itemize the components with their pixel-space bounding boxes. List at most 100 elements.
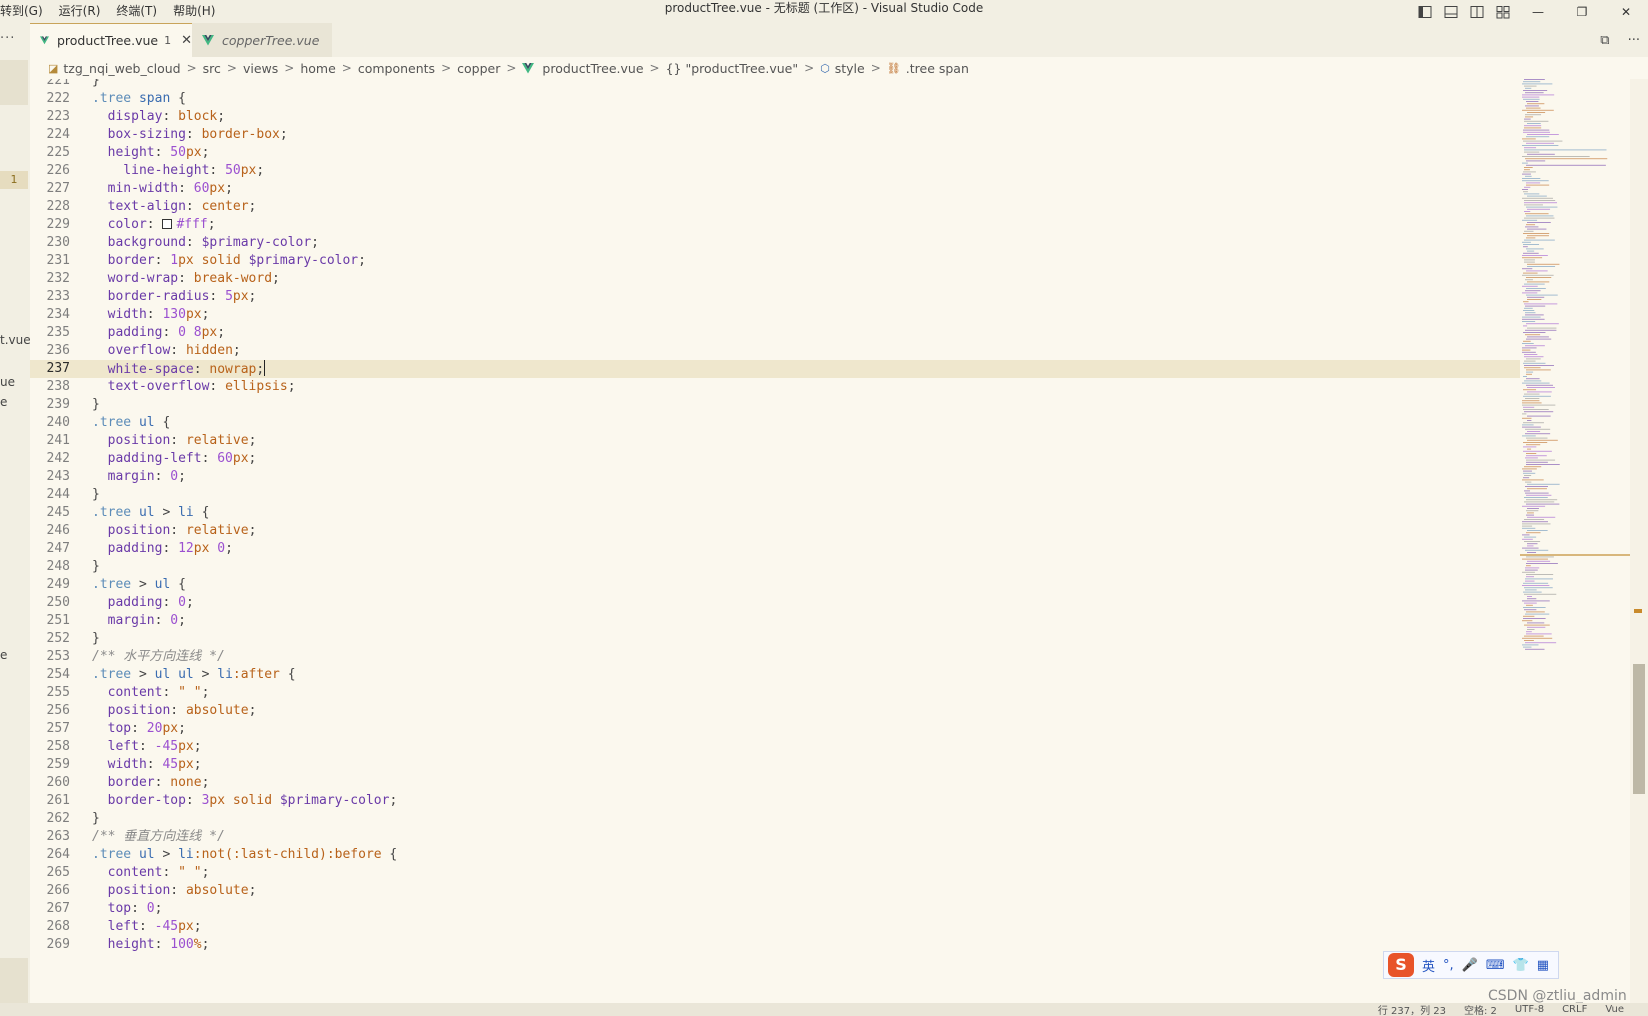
- code-line[interactable]: 232 word-wrap: break-word;: [30, 270, 1520, 288]
- line-number[interactable]: 246: [30, 522, 70, 540]
- line-number[interactable]: 240: [30, 414, 70, 432]
- code-line[interactable]: 236 overflow: hidden;: [30, 342, 1520, 360]
- code-line[interactable]: 266 position: absolute;: [30, 882, 1520, 900]
- minimap-viewport-indicator[interactable]: [1520, 554, 1630, 556]
- menu-terminal[interactable]: 终端(T): [108, 0, 165, 23]
- maximize-button[interactable]: ❐: [1560, 2, 1604, 22]
- code-line[interactable]: 247 padding: 12px 0;: [30, 540, 1520, 558]
- code-line[interactable]: 223 display: block;: [30, 108, 1520, 126]
- code-line[interactable]: 259 width: 45px;: [30, 756, 1520, 774]
- line-number[interactable]: 235: [30, 324, 70, 342]
- code-line[interactable]: 262}: [30, 810, 1520, 828]
- ime-language-toggle[interactable]: 英: [1422, 956, 1435, 975]
- close-icon[interactable]: ✕: [181, 33, 192, 48]
- breadcrumb-item[interactable]: {} "productTree.vue": [666, 61, 798, 76]
- code-line[interactable]: 237 white-space: nowrap;: [30, 360, 1520, 378]
- line-number[interactable]: 268: [30, 918, 70, 936]
- code-line[interactable]: 249 .tree > ul {: [30, 576, 1520, 594]
- close-button[interactable]: ✕: [1604, 2, 1648, 22]
- more-actions-icon[interactable]: ···: [1628, 33, 1640, 48]
- line-number[interactable]: 231: [30, 252, 70, 270]
- code-line[interactable]: 226 line-height: 50px;: [30, 162, 1520, 180]
- line-number[interactable]: 245: [30, 504, 70, 522]
- line-number[interactable]: 262: [30, 810, 70, 828]
- line-number[interactable]: 233: [30, 288, 70, 306]
- ime-apps-icon[interactable]: ▦: [1537, 958, 1549, 973]
- status-language[interactable]: Vue: [1605, 1004, 1624, 1015]
- line-number[interactable]: 247: [30, 540, 70, 558]
- line-number[interactable]: 256: [30, 702, 70, 720]
- split-editor-icon[interactable]: ⧉: [1600, 33, 1609, 48]
- line-number[interactable]: 265: [30, 864, 70, 882]
- status-cursor-position[interactable]: 行 237，列 23: [1378, 1003, 1446, 1016]
- toggle-secondary-sidebar-icon[interactable]: [1464, 2, 1490, 22]
- code-line[interactable]: 246 position: relative;: [30, 522, 1520, 540]
- line-number[interactable]: 222: [30, 90, 70, 108]
- status-encoding[interactable]: UTF-8: [1515, 1004, 1544, 1015]
- line-number[interactable]: 239: [30, 396, 70, 414]
- code-line[interactable]: 254 .tree > ul ul > li:after {: [30, 666, 1520, 684]
- minimize-button[interactable]: —: [1516, 2, 1560, 22]
- code-line[interactable]: 222 .tree span {: [30, 90, 1520, 108]
- code-line[interactable]: 238 text-overflow: ellipsis;: [30, 378, 1520, 396]
- breadcrumb-item[interactable]: ◪ tzg_nqi_web_cloud: [48, 61, 181, 76]
- sidebar-file-fragment[interactable]: ue: [0, 375, 15, 389]
- code-line[interactable]: 252}: [30, 630, 1520, 648]
- code-line[interactable]: 224 box-sizing: border-box;: [30, 126, 1520, 144]
- line-number[interactable]: 227: [30, 180, 70, 198]
- sidebar-file-fragment[interactable]: e: [0, 395, 7, 409]
- line-number[interactable]: 258: [30, 738, 70, 756]
- line-number[interactable]: 243: [30, 468, 70, 486]
- breadcrumb-item[interactable]: productTree.vue: [522, 61, 644, 76]
- sidebar-selected-item[interactable]: [0, 958, 28, 1003]
- ime-toolbar[interactable]: S 英 °, 🎤 ⌨ 👕 ▦: [1383, 951, 1559, 979]
- sidebar-file-fragment[interactable]: t.vue: [0, 333, 31, 347]
- line-number[interactable]: 251: [30, 612, 70, 630]
- line-number[interactable]: 263: [30, 828, 70, 846]
- code-line[interactable]: 229 color: #fff;: [30, 216, 1520, 234]
- line-number[interactable]: 241: [30, 432, 70, 450]
- line-number[interactable]: 238: [30, 378, 70, 396]
- ime-microphone-icon[interactable]: 🎤: [1462, 958, 1478, 973]
- line-number[interactable]: 257: [30, 720, 70, 738]
- line-number[interactable]: 269: [30, 936, 70, 954]
- code-line[interactable]: 241 position: relative;: [30, 432, 1520, 450]
- breadcrumb-item[interactable]: ⛓ .tree span: [887, 61, 969, 76]
- code-line[interactable]: 263 /** 垂直方向连线 */: [30, 828, 1520, 846]
- line-number[interactable]: 229: [30, 216, 70, 234]
- code-line[interactable]: 235 padding: 0 8px;: [30, 324, 1520, 342]
- menu-run[interactable]: 运行(R): [51, 0, 109, 23]
- code-line[interactable]: 233 border-radius: 5px;: [30, 288, 1520, 306]
- code-line[interactable]: 269 height: 100%;: [30, 936, 1520, 954]
- code-line[interactable]: 265 content: " ";: [30, 864, 1520, 882]
- line-number[interactable]: 221: [30, 79, 70, 90]
- line-number[interactable]: 261: [30, 792, 70, 810]
- code-line[interactable]: 260 border: none;: [30, 774, 1520, 792]
- ime-skin-icon[interactable]: 👕: [1513, 958, 1529, 973]
- line-number[interactable]: 232: [30, 270, 70, 288]
- line-number[interactable]: 259: [30, 756, 70, 774]
- line-number[interactable]: 248: [30, 558, 70, 576]
- code-line[interactable]: 251 margin: 0;: [30, 612, 1520, 630]
- line-number[interactable]: 255: [30, 684, 70, 702]
- toggle-primary-sidebar-icon[interactable]: [1412, 2, 1438, 22]
- code-line[interactable]: 242 padding-left: 60px;: [30, 450, 1520, 468]
- breadcrumb-item[interactable]: views: [243, 61, 278, 76]
- code-line[interactable]: 250 padding: 0;: [30, 594, 1520, 612]
- line-number[interactable]: 260: [30, 774, 70, 792]
- code-line[interactable]: 227 min-width: 60px;: [30, 180, 1520, 198]
- tab-product-tree[interactable]: productTree.vue 1 ✕: [30, 23, 192, 57]
- code-line[interactable]: 248}: [30, 558, 1520, 576]
- code-line[interactable]: 240 .tree ul {: [30, 414, 1520, 432]
- code-line[interactable]: 221}: [30, 79, 1520, 90]
- code-line[interactable]: 264 .tree ul > li:not(:last-child):before…: [30, 846, 1520, 864]
- vertical-scrollbar[interactable]: [1630, 79, 1648, 1003]
- code-line[interactable]: 228 text-align: center;: [30, 198, 1520, 216]
- line-number[interactable]: 253: [30, 648, 70, 666]
- code-line[interactable]: 234 width: 130px;: [30, 306, 1520, 324]
- code-line[interactable]: 245 .tree ul > li {: [30, 504, 1520, 522]
- ime-punctuation-icon[interactable]: °,: [1443, 958, 1454, 973]
- line-number[interactable]: 266: [30, 882, 70, 900]
- code-line[interactable]: 253 /** 水平方向连线 */: [30, 648, 1520, 666]
- status-eol[interactable]: CRLF: [1562, 1004, 1587, 1015]
